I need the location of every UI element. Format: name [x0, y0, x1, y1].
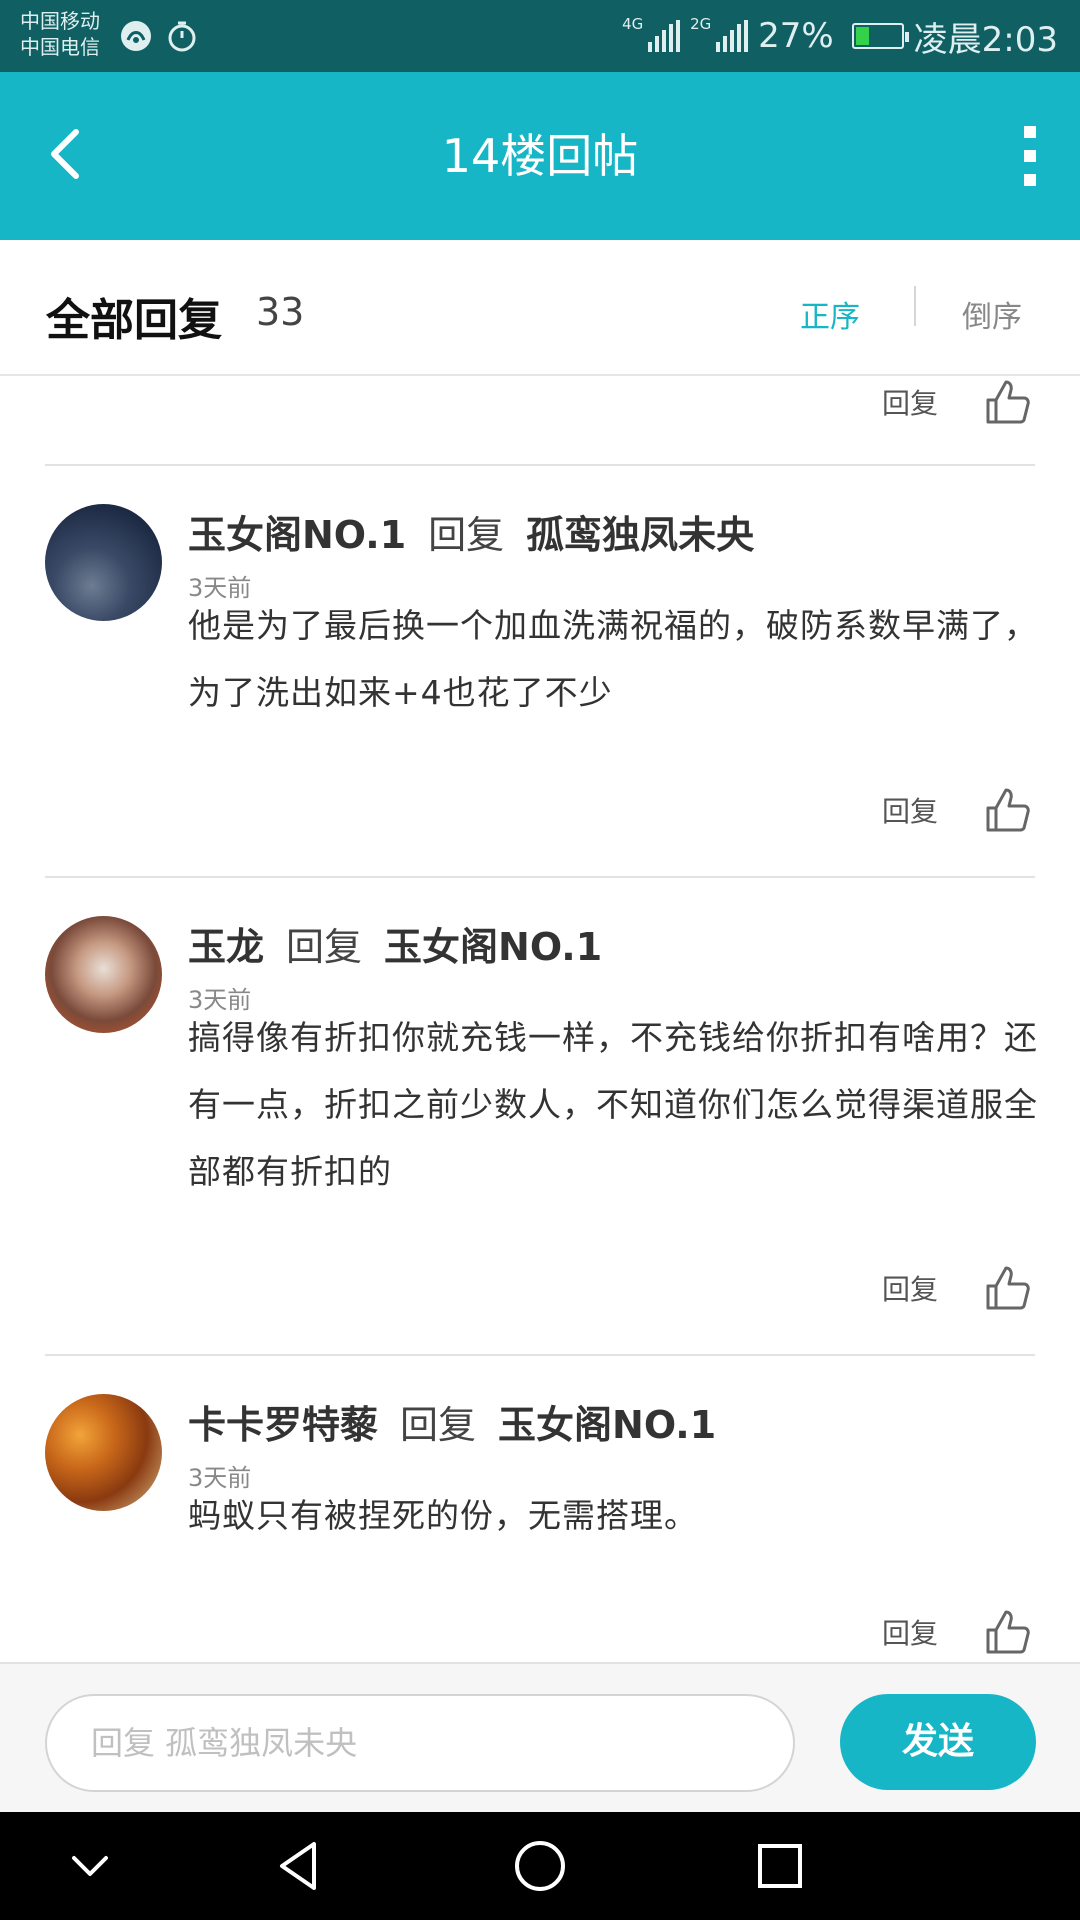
- comment-body: 蚂蚁只有被捏死的份，无需搭理。: [188, 1496, 698, 1535]
- reply-button[interactable]: 回复: [882, 1268, 938, 1308]
- thumbs-up-icon[interactable]: [984, 1264, 1030, 1312]
- comment-user[interactable]: 玉女阁NO.1: [188, 513, 406, 557]
- status-right: 4G 2G 27% 凌晨2:03: [622, 0, 1058, 72]
- clock: 凌晨2:03: [913, 19, 1058, 60]
- reply-button[interactable]: 回复: [882, 382, 938, 422]
- more-vertical-icon[interactable]: [1018, 126, 1042, 186]
- sort-descending-tab[interactable]: 倒序: [962, 292, 1022, 336]
- comment-body: 搞得像有折扣你就充钱一样，不充钱给你折扣有啥用？还有一点，折扣之前少数人，不知道…: [188, 1018, 1038, 1191]
- thumbs-up-icon[interactable]: [984, 378, 1030, 426]
- wifi-hotspot-icon: [121, 21, 151, 51]
- sort-divider: [914, 286, 916, 326]
- action-row: 回复: [882, 378, 1030, 426]
- divider: [45, 1354, 1035, 1356]
- nav-home-icon[interactable]: [510, 1836, 570, 1896]
- battery-icon: [851, 23, 909, 49]
- battery-percent: 27%: [758, 16, 834, 56]
- reply-word: 回复: [286, 925, 363, 969]
- sort-ascending-tab[interactable]: 正序: [800, 292, 860, 336]
- carrier-2: 中国电信: [20, 35, 100, 59]
- all-replies-title: 全部回复: [46, 295, 222, 346]
- reply-word: 回复: [400, 1403, 477, 1447]
- alarm-icon: [168, 21, 196, 52]
- thumbs-up-icon[interactable]: [984, 1608, 1030, 1656]
- sort-bar: 全部回复 33 正序 倒序: [0, 240, 1080, 376]
- signal-2g-icon: 2G: [690, 16, 749, 52]
- avatar[interactable]: [45, 504, 162, 621]
- status-bar: 中国移动 中国电信 4G 2G 27% 凌晨2:03: [0, 0, 1080, 72]
- comment-header: 卡卡罗特藜 回复 玉女阁NO.1: [188, 1394, 716, 1449]
- comment-user[interactable]: 玉龙: [188, 925, 264, 969]
- comment-user[interactable]: 卡卡罗特藜: [188, 1403, 378, 1447]
- signal-4g-icon: 4G: [622, 16, 681, 52]
- page-title: 14楼回帖: [441, 129, 639, 183]
- reply-input[interactable]: 回复 孤鸾独凤未央: [45, 1694, 795, 1792]
- carrier-info: 中国移动 中国电信: [20, 8, 100, 60]
- comment-header: 玉龙 回复 玉女阁NO.1: [188, 916, 602, 971]
- reply-button[interactable]: 回复: [882, 790, 938, 830]
- avatar[interactable]: [45, 1394, 162, 1511]
- divider: [45, 876, 1035, 878]
- system-nav-bar: [0, 1812, 1080, 1920]
- comment-body: 他是为了最后换一个加血洗满祝福的，破防系数早满了，为了洗出如来+4也花了不少: [188, 606, 1038, 712]
- action-row: 回复: [882, 786, 1030, 834]
- nav-down-icon[interactable]: [60, 1836, 120, 1896]
- reply-target-user[interactable]: 玉女阁NO.1: [384, 925, 602, 969]
- reply-button[interactable]: 回复: [882, 1612, 938, 1652]
- replies-list: 回复 玉女阁NO.1 回复 孤鸾独凤未央 3天前 他是为了最后换一个加血洗满祝福的，…: [0, 378, 1080, 1660]
- divider: [45, 464, 1035, 466]
- reply-word: 回复: [428, 513, 505, 557]
- reply-target-user[interactable]: 孤鸾独凤未央: [526, 513, 754, 557]
- carrier-1: 中国移动: [20, 9, 100, 33]
- action-row: 回复: [882, 1264, 1030, 1312]
- nav-recents-icon[interactable]: [750, 1836, 810, 1896]
- thumbs-up-icon[interactable]: [984, 786, 1030, 834]
- reply-count: 33: [256, 290, 305, 334]
- action-row: 回复: [882, 1608, 1030, 1656]
- app-header: 14楼回帖: [0, 72, 1080, 240]
- reply-target-user[interactable]: 玉女阁NO.1: [498, 1403, 716, 1447]
- reply-input-bar: 回复 孤鸾独凤未央 发送: [0, 1662, 1080, 1812]
- avatar[interactable]: [45, 916, 162, 1033]
- send-button[interactable]: 发送: [840, 1694, 1036, 1790]
- comment-header: 玉女阁NO.1 回复 孤鸾独凤未央: [188, 504, 754, 559]
- nav-back-icon[interactable]: [270, 1836, 330, 1896]
